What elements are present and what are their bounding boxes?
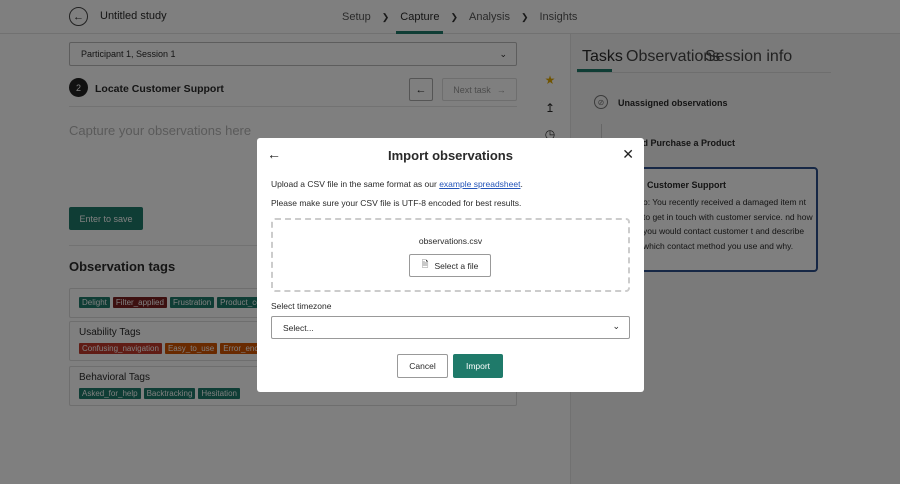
import-observations-modal: ← Import observations ✕ Upload a CSV fil… xyxy=(257,138,644,392)
select-file-label: Select a file xyxy=(434,260,479,271)
select-file-button[interactable]: 🗎 Select a file xyxy=(409,254,491,277)
import-button[interactable]: Import xyxy=(453,354,503,378)
upload-instructions: Upload a CSV file in the same format as … xyxy=(271,179,523,189)
modal-title: Import observations xyxy=(388,148,513,163)
timezone-value: Select... xyxy=(283,322,314,333)
instructions-text: Upload a CSV file in the same format as … xyxy=(271,179,440,189)
instructions-suffix: . xyxy=(520,179,523,189)
timezone-select[interactable]: Select... ⌄ xyxy=(271,316,630,339)
file-dropzone[interactable]: observations.csv 🗎 Select a file xyxy=(271,218,630,292)
close-icon[interactable]: ✕ xyxy=(622,146,634,163)
chevron-down-icon: ⌄ xyxy=(612,321,620,331)
timezone-label: Select timezone xyxy=(271,301,332,311)
example-spreadsheet-link[interactable]: example spreadsheet xyxy=(439,179,520,189)
cancel-button[interactable]: Cancel xyxy=(397,354,448,378)
file-icon: 🗎 xyxy=(421,258,429,269)
selected-file-name: observations.csv xyxy=(418,236,483,246)
encoding-note: Please make sure your CSV file is UTF-8 … xyxy=(271,198,522,208)
